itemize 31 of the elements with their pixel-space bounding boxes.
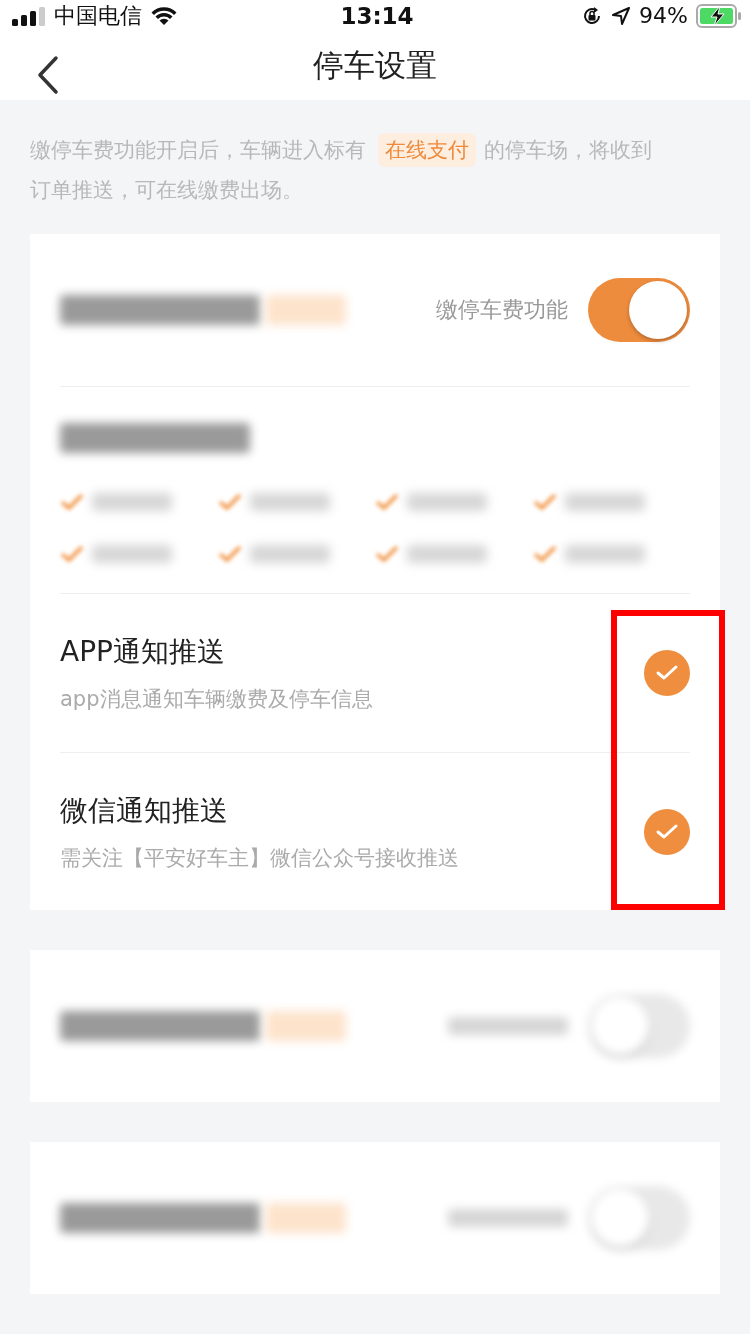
check-toggle[interactable] (644, 808, 690, 855)
notice-text: 订单推送，可在线缴费出场。 (30, 177, 303, 204)
signal-icon (12, 5, 46, 26)
checkmark-icon (655, 822, 679, 841)
check-icon (532, 493, 557, 511)
online-pay-tag: 在线支付 (378, 133, 476, 167)
check-toggle[interactable] (644, 650, 690, 696)
check-icon (375, 493, 399, 511)
clock-time: 13:14 (340, 2, 414, 29)
wifi-icon (150, 5, 178, 26)
check-icon (375, 545, 399, 563)
notification-title: 微信通知推送 (60, 792, 229, 829)
check-icon (60, 493, 84, 511)
check-icon (60, 545, 84, 563)
carrier-name: 中国电信 (54, 1, 142, 30)
location-arrow-icon (611, 5, 632, 26)
notification-title: APP通知推送 (60, 634, 226, 670)
battery-percent: 94% (639, 3, 688, 29)
back-button[interactable] (36, 55, 60, 96)
notice-text: 的停车场，将收到 (484, 137, 652, 164)
page-title: 停车设置 (313, 45, 437, 85)
check-icon (532, 545, 557, 563)
check-icon (217, 545, 242, 563)
notice-text: 缴停车费功能开启后，车辆进入标有 (30, 137, 366, 164)
payment-toggle[interactable] (588, 278, 690, 342)
toggle-label: 缴停车费功能 (436, 296, 568, 324)
checkmark-icon (655, 664, 679, 682)
notification-description: app消息通知车辆缴费及停车信息 (60, 686, 373, 713)
notification-description: 需关注【平安好车主】微信公众号接收推送 (60, 844, 459, 872)
check-icon (217, 493, 242, 511)
battery-charging-icon (696, 3, 742, 28)
